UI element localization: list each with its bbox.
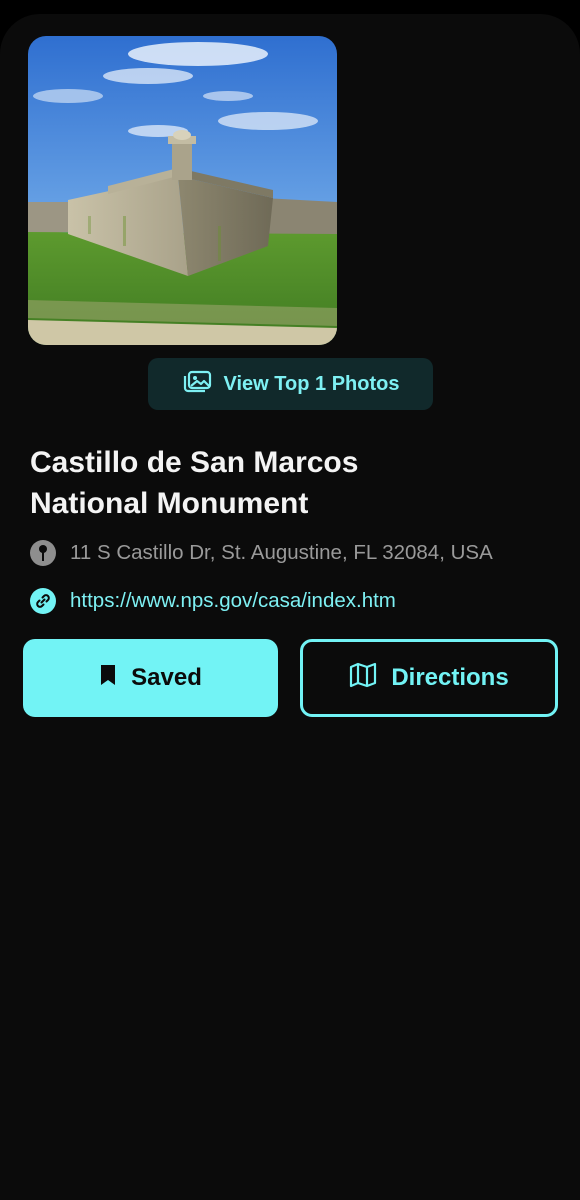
place-title: Castillo de San Marcos National Monument [30, 442, 550, 524]
photos-icon [182, 369, 212, 399]
address-row: 11 S Castillo Dr, St. Augustine, FL 3208… [30, 540, 493, 566]
website-link[interactable]: https://www.nps.gov/casa/index.htm [70, 589, 396, 613]
address-text: 11 S Castillo Dr, St. Augustine, FL 3208… [70, 541, 493, 564]
bookmark-icon [99, 663, 117, 694]
view-photos-label: View Top 1 Photos [223, 372, 400, 395]
view-photos-button[interactable]: View Top 1 Photos [148, 358, 433, 410]
place-photo[interactable] [28, 36, 337, 345]
place-detail-sheet: View Top 1 Photos Castillo de San Marcos… [0, 14, 580, 1200]
map-icon [349, 662, 377, 695]
location-pin-icon [30, 540, 56, 566]
directions-button[interactable]: Directions [300, 639, 558, 717]
website-row[interactable]: https://www.nps.gov/casa/index.htm [30, 588, 396, 614]
link-icon [30, 588, 56, 614]
saved-label: Saved [131, 664, 202, 691]
saved-button[interactable]: Saved [23, 639, 278, 717]
place-title-line-1: Castillo de San Marcos [30, 446, 359, 479]
place-title-line-2: National Monument [30, 487, 309, 520]
directions-label: Directions [391, 664, 509, 691]
